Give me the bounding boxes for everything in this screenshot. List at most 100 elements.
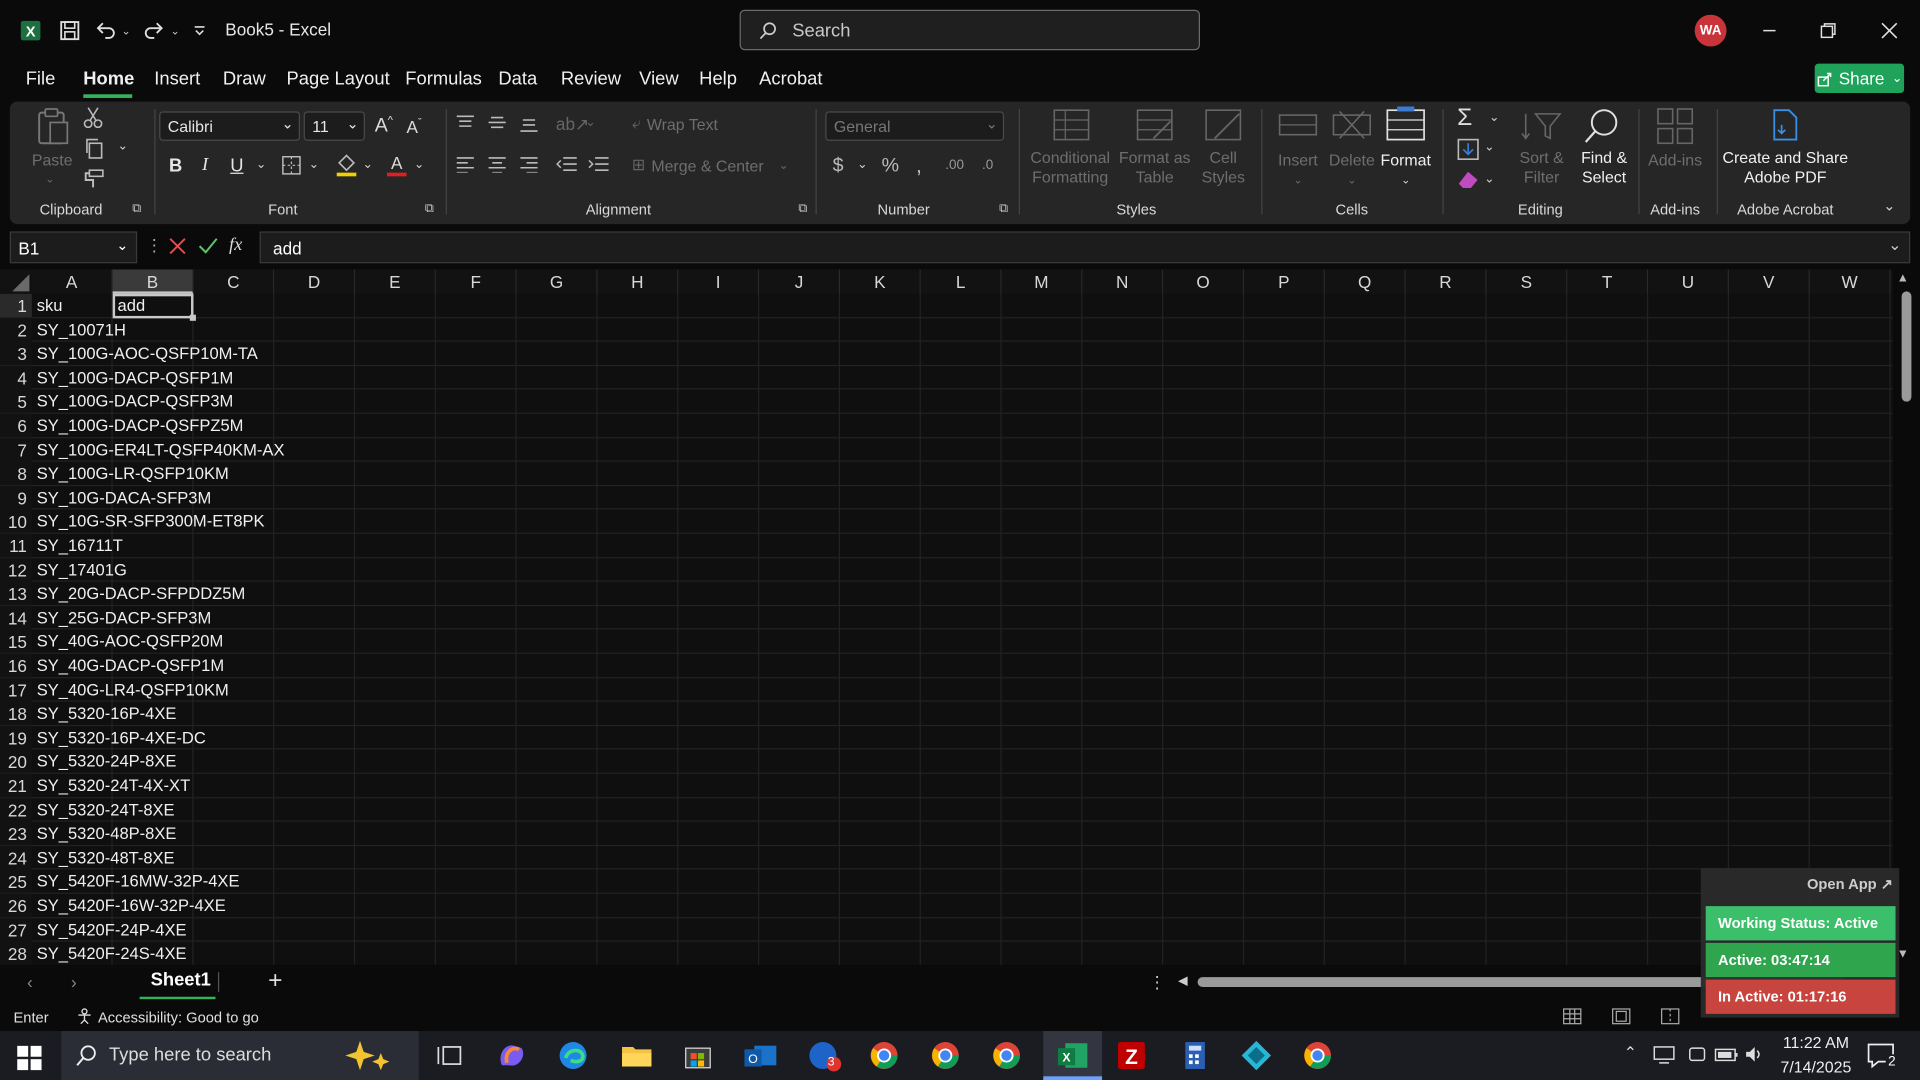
page-break-view-icon[interactable] — [1660, 1008, 1680, 1025]
app-diamond-icon[interactable] — [1239, 1038, 1276, 1072]
tab-page-layout[interactable]: Page Layout — [287, 69, 390, 90]
row-header[interactable]: 21 — [0, 773, 32, 799]
font-color-dropdown-icon[interactable]: ⌄ — [414, 158, 424, 171]
format-cells-icon[interactable] — [1386, 106, 1425, 141]
italic-icon[interactable]: I — [202, 156, 208, 177]
copilot-app-icon[interactable] — [495, 1038, 532, 1072]
column-header-n[interactable]: N — [1082, 269, 1164, 294]
name-box[interactable]: B1 ⌄ — [9, 231, 138, 264]
row-header[interactable]: 20 — [0, 749, 32, 775]
column-header-v[interactable]: V — [1728, 269, 1810, 294]
battery-icon[interactable] — [1714, 1044, 1738, 1064]
column-header-t[interactable]: T — [1567, 269, 1649, 294]
accessibility-status[interactable]: Accessibility: Good to go — [98, 1009, 259, 1026]
column-header-u[interactable]: U — [1648, 269, 1729, 294]
share-dropdown-icon[interactable]: ⌄ — [1892, 72, 1902, 85]
tab-data[interactable]: Data — [498, 69, 537, 90]
clear-dropdown-icon[interactable]: ⌄ — [1484, 173, 1494, 186]
volume-icon[interactable] — [1744, 1044, 1766, 1064]
row-header[interactable]: 6 — [0, 413, 32, 439]
row-header[interactable]: 28 — [0, 941, 32, 965]
cell-a14[interactable]: SY_25G-DACP-SFP3M — [37, 606, 212, 629]
row-header[interactable]: 14 — [0, 605, 32, 631]
create-pdf-label-2[interactable]: Adobe PDF — [1719, 168, 1851, 188]
row-header[interactable]: 1 — [0, 293, 32, 319]
filezilla-icon[interactable]: Z — [1114, 1038, 1151, 1072]
underline-dropdown-icon[interactable]: ⌄ — [256, 158, 266, 171]
row-header[interactable]: 25 — [0, 869, 32, 895]
row-header[interactable]: 5 — [0, 389, 32, 415]
more-icon[interactable]: ⋮ — [146, 235, 163, 256]
cut-icon[interactable] — [83, 107, 103, 129]
undo-dropdown-icon[interactable]: ⌄ — [120, 0, 132, 61]
font-size-select[interactable]: 11 ⌄ — [303, 111, 365, 141]
row-header[interactable]: 22 — [0, 797, 32, 823]
font-color-icon[interactable]: A — [386, 153, 408, 177]
tab-formulas[interactable]: Formulas — [405, 69, 482, 90]
align-middle-icon[interactable] — [487, 114, 507, 131]
cell-a18[interactable]: SY_5320-16P-4XE — [37, 702, 177, 725]
paste-dropdown-icon[interactable]: ⌄ — [45, 169, 54, 189]
fill-icon[interactable] — [1457, 138, 1479, 160]
bold-icon[interactable]: B — [169, 156, 182, 177]
column-header-f[interactable]: F — [435, 269, 517, 294]
column-header-p[interactable]: P — [1244, 269, 1325, 294]
row-header[interactable]: 19 — [0, 725, 32, 751]
cell-a19[interactable]: SY_5320-16P-4XE-DC — [37, 726, 206, 749]
currency-icon[interactable]: $ — [833, 156, 844, 178]
cell-a11[interactable]: SY_16711T — [37, 534, 123, 557]
decrease-font-icon[interactable]: Aˇ — [407, 116, 422, 136]
copy-icon[interactable] — [83, 137, 105, 159]
find-select-icon[interactable] — [1582, 107, 1621, 146]
cell-a17[interactable]: SY_40G-LR4-QSFP10KM — [37, 678, 229, 701]
column-header-h[interactable]: H — [597, 269, 679, 294]
cancel-entry-icon[interactable] — [168, 236, 188, 256]
microsoft-store-icon[interactable] — [681, 1038, 718, 1072]
column-header-b[interactable]: B — [112, 269, 194, 294]
cell-a28[interactable]: SY_5420F-24S-4XE — [37, 942, 187, 965]
insert-function-icon[interactable]: fx — [229, 235, 242, 256]
format-cells-label[interactable]: Format — [1376, 151, 1435, 171]
number-launcher-icon[interactable]: ⧉ — [999, 202, 1008, 215]
column-header-o[interactable]: O — [1163, 269, 1245, 294]
collapse-ribbon-icon[interactable]: ⌄ — [1883, 197, 1895, 214]
cell-a10[interactable]: SY_10G-SR-SFP300M-ET8PK — [37, 510, 265, 533]
file-explorer-icon[interactable] — [620, 1038, 657, 1072]
chrome-profile-1-icon[interactable] — [867, 1038, 904, 1072]
tab-view[interactable]: View — [639, 69, 678, 90]
formula-input[interactable]: add — [259, 231, 1911, 264]
spreadsheet-grid[interactable]: ABCDEFGHIJKLMNOPQRSTUVW 1 sku add 2 SY_10071… — [0, 269, 1894, 965]
calculator-icon[interactable] — [1178, 1038, 1215, 1072]
cell-a24[interactable]: SY_5320-48T-8XE — [37, 846, 175, 869]
cell-a23[interactable]: SY_5320-48P-8XE — [37, 822, 177, 845]
select-all-corner[interactable] — [0, 269, 32, 294]
row-header[interactable]: 2 — [0, 317, 32, 343]
show-hidden-icons-icon[interactable]: ⌃ — [1624, 1043, 1637, 1063]
task-view-icon[interactable] — [433, 1038, 470, 1072]
row-header[interactable]: 24 — [0, 845, 32, 871]
align-left-icon[interactable] — [456, 156, 476, 173]
percent-icon[interactable]: % — [882, 156, 899, 178]
cell-a13[interactable]: SY_20G-DACP-SFPDDZ5M — [37, 582, 246, 605]
cell-a27[interactable]: SY_5420F-24P-4XE — [37, 918, 187, 941]
tab-help[interactable]: Help — [699, 69, 737, 90]
display-icon[interactable] — [1653, 1044, 1675, 1064]
create-pdf-icon[interactable] — [1771, 109, 1800, 141]
expand-formula-icon[interactable]: ⌄ — [1888, 235, 1901, 255]
tab-home[interactable]: Home — [83, 69, 134, 90]
share-button[interactable]: Share ⌄ — [1814, 63, 1905, 94]
cell-a12[interactable]: SY_17401G — [37, 558, 127, 581]
vertical-scroll-thumb[interactable] — [1901, 291, 1912, 402]
column-header-e[interactable]: E — [355, 269, 436, 294]
column-header-d[interactable]: D — [274, 269, 356, 294]
search-box[interactable]: Search — [739, 9, 1201, 51]
chrome-profile-3-icon[interactable] — [989, 1038, 1026, 1072]
row-header[interactable]: 17 — [0, 677, 32, 703]
avatar[interactable]: WA — [1694, 14, 1727, 47]
clock-date[interactable]: 7/14/2025 — [1771, 1058, 1862, 1076]
decrease-decimal-icon[interactable]: .0 — [982, 158, 993, 173]
paste-icon[interactable] — [34, 107, 71, 146]
column-header-w[interactable]: W — [1809, 269, 1891, 294]
fill-dropdown-icon[interactable]: ⌄ — [1484, 141, 1494, 154]
column-header-r[interactable]: R — [1405, 269, 1487, 294]
